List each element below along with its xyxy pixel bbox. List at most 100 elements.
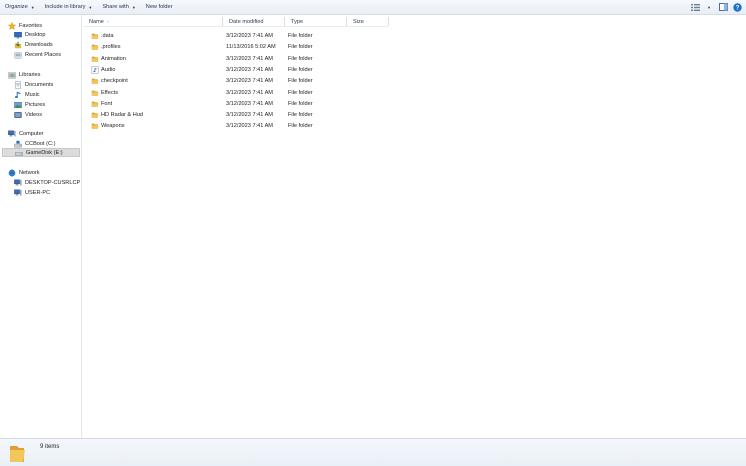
file-type: File folder bbox=[288, 112, 313, 119]
nav-drive-e-label: GameDisk (E:) bbox=[26, 149, 63, 156]
nav-drive-c-label: CCBoot (C:) bbox=[25, 140, 56, 147]
nav-recent-places[interactable]: Recent Places bbox=[14, 50, 61, 59]
nav-favorites-label: Favorites bbox=[19, 22, 43, 29]
file-date: 3/12/2023 7:41 AM bbox=[226, 100, 273, 107]
file-name: Animation bbox=[101, 55, 126, 62]
system-drive-icon bbox=[14, 140, 22, 148]
file-name: checkpoint bbox=[101, 78, 128, 85]
nav-documents[interactable]: Documents bbox=[14, 80, 53, 89]
nav-drive-e[interactable]: GameDisk (E:) bbox=[2, 148, 80, 157]
drive-icon bbox=[15, 149, 23, 157]
organize-label: Organize bbox=[5, 4, 28, 10]
libraries-icon bbox=[8, 71, 16, 79]
file-name: Font bbox=[101, 100, 113, 107]
file-type: File folder bbox=[288, 44, 313, 51]
file-date: 3/12/2023 7:41 AM bbox=[226, 66, 273, 73]
nav-videos[interactable]: Videos bbox=[14, 110, 42, 119]
view-dropdown-icon[interactable]: ▼ bbox=[704, 2, 714, 12]
file-date: 3/12/2023 7:41 AM bbox=[226, 33, 273, 39]
network-computer-icon bbox=[14, 189, 22, 197]
file-row[interactable]: Audio 3/12/2023 7:41 AM File folder bbox=[89, 65, 389, 75]
chevron-down-icon: ▼ bbox=[131, 4, 136, 10]
help-icon[interactable]: ? bbox=[732, 2, 742, 12]
nav-documents-label: Documents bbox=[25, 81, 54, 88]
folder-icon bbox=[91, 77, 99, 85]
desktop-icon bbox=[14, 31, 22, 39]
file-name-cell[interactable]: HD Radar & Hud bbox=[91, 110, 221, 120]
file-type: File folder bbox=[288, 66, 313, 73]
nav-pictures[interactable]: Pictures bbox=[14, 100, 45, 109]
file-row[interactable]: Animation 3/12/2023 7:41 AM File folder bbox=[89, 54, 389, 64]
file-row[interactable]: HD Radar & Hud 3/12/2023 7:41 AM File fold… bbox=[89, 110, 389, 120]
column-date-label: Date modified bbox=[229, 18, 264, 25]
folder-icon bbox=[91, 122, 99, 130]
view-options-icon[interactable] bbox=[690, 2, 700, 12]
file-date: 3/12/2023 7:41 AM bbox=[226, 55, 273, 62]
file-name-cell[interactable]: Font bbox=[91, 99, 221, 109]
file-row[interactable]: Effects 3/12/2023 7:41 AM File folder bbox=[89, 88, 389, 98]
file-name-cell[interactable]: .data bbox=[91, 31, 221, 41]
file-name: HD Radar & Hud bbox=[101, 112, 143, 119]
file-name-cell[interactable]: Effects bbox=[91, 88, 221, 98]
file-row[interactable]: Font 3/12/2023 7:41 AM File folder bbox=[89, 99, 389, 109]
documents-icon bbox=[14, 80, 22, 89]
nav-music[interactable]: Music bbox=[14, 90, 40, 99]
file-name: .data bbox=[101, 33, 114, 39]
file-name-cell[interactable]: .profiles bbox=[91, 42, 221, 52]
file-name: .profiles bbox=[101, 44, 121, 51]
column-header-name[interactable]: Name ^ bbox=[83, 17, 223, 26]
file-row[interactable]: .profiles 11/13/2016 5:02 AM File folder bbox=[89, 42, 389, 52]
recent-places-icon bbox=[14, 51, 22, 59]
nav-computer-label: Computer bbox=[19, 130, 44, 137]
file-name-cell[interactable]: checkpoint bbox=[91, 76, 221, 86]
nav-drive-c[interactable]: CCBoot (C:) bbox=[14, 139, 55, 148]
include-in-library-button[interactable]: Include in library ▼ bbox=[40, 0, 98, 15]
nav-desktop[interactable]: Desktop bbox=[14, 30, 46, 39]
share-with-button[interactable]: Share with ▼ bbox=[97, 0, 140, 15]
nav-network-pc-1[interactable]: DESKTOP-CUSRLCP bbox=[14, 178, 80, 187]
preview-pane-icon[interactable] bbox=[718, 2, 728, 12]
organize-button[interactable]: Organize ▼ bbox=[0, 0, 40, 15]
nav-libraries-label: Libraries bbox=[19, 71, 41, 78]
column-header-size[interactable]: Size bbox=[347, 17, 389, 26]
nav-network-label: Network bbox=[19, 169, 40, 176]
file-name: Weapons bbox=[101, 123, 125, 130]
nav-computer[interactable]: Computer bbox=[8, 129, 44, 138]
column-header-date-modified[interactable]: Date modified bbox=[223, 17, 285, 26]
nav-downloads[interactable]: Downloads bbox=[14, 40, 53, 49]
file-name-cell[interactable]: Animation bbox=[91, 54, 221, 64]
folder-large-icon bbox=[8, 442, 30, 464]
item-count: 9 items bbox=[40, 444, 60, 450]
column-name-label: Name bbox=[89, 18, 104, 25]
nav-network[interactable]: Network bbox=[8, 168, 40, 177]
nav-libraries[interactable]: Libraries bbox=[8, 70, 40, 79]
nav-videos-label: Videos bbox=[25, 111, 43, 118]
folder-icon bbox=[91, 43, 99, 51]
file-name-cell[interactable]: Audio bbox=[91, 65, 221, 75]
videos-icon bbox=[14, 111, 22, 119]
star-icon bbox=[8, 21, 16, 30]
folder-icon bbox=[91, 89, 99, 97]
folder-icon bbox=[91, 111, 99, 119]
new-folder-label: New folder bbox=[145, 4, 173, 10]
music-icon bbox=[14, 91, 22, 99]
share-with-label: Share with bbox=[102, 4, 129, 10]
details-pane: 9 items bbox=[0, 438, 746, 466]
column-header-type[interactable]: Type bbox=[285, 17, 347, 26]
file-row[interactable]: checkpoint 3/12/2023 7:41 AM File folder bbox=[89, 76, 389, 86]
chevron-down-icon: ▼ bbox=[30, 4, 35, 10]
file-date: 3/12/2023 7:41 AM bbox=[226, 89, 273, 96]
file-name: Audio bbox=[101, 66, 116, 73]
nav-network-pc-1-label: DESKTOP-CUSRLCP bbox=[25, 179, 81, 186]
column-type-label: Type bbox=[291, 18, 304, 25]
file-date: 3/12/2023 7:41 AM bbox=[226, 123, 273, 130]
file-row[interactable]: Weapons 3/12/2023 7:41 AM File folder bbox=[89, 121, 389, 131]
nav-favorites[interactable]: Favorites bbox=[8, 21, 42, 30]
file-date: 3/12/2023 7:41 AM bbox=[226, 112, 273, 119]
file-row[interactable]: .data 3/12/2023 7:41 AM File folder bbox=[89, 31, 389, 41]
nav-network-pc-2[interactable]: USER-PC bbox=[14, 188, 50, 197]
navigation-pane: Favorites Desktop Downloads Recent Place… bbox=[0, 15, 82, 438]
file-name-cell[interactable]: Weapons bbox=[91, 121, 221, 131]
nav-pictures-label: Pictures bbox=[25, 101, 46, 108]
new-folder-button[interactable]: New folder bbox=[141, 0, 178, 15]
